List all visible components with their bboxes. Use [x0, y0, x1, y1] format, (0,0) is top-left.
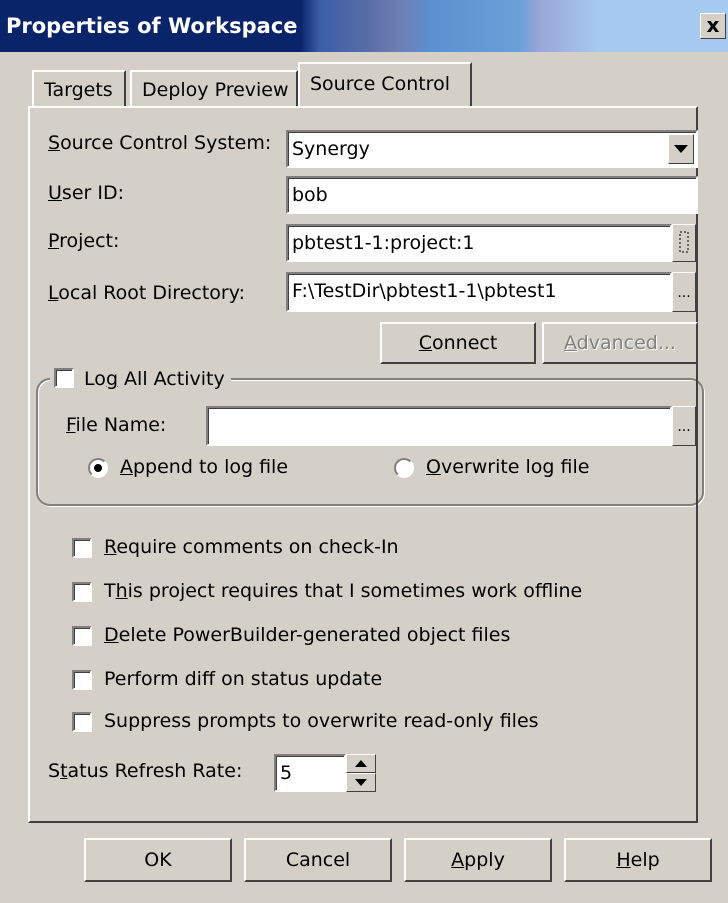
overwrite-label: Overwrite log file: [426, 456, 590, 478]
source-control-system-select[interactable]: Synergy: [286, 130, 698, 168]
log-all-activity-checkbox[interactable]: Log All Activity: [50, 364, 231, 394]
log-all-activity-label: Log All Activity: [84, 368, 225, 390]
window-title: Properties of Workspace: [6, 14, 298, 38]
perform-diff-label: Perform diff on status update: [104, 668, 383, 690]
title-bar: Properties of Workspace x: [0, 0, 728, 52]
chevron-down-icon: [674, 145, 688, 153]
user-id-value: bob: [292, 184, 328, 206]
tab-deploy-preview[interactable]: Deploy Preview: [130, 70, 298, 106]
project-field[interactable]: pbtest1-1:project:1: [286, 224, 672, 262]
tab-source-control[interactable]: Source Control: [298, 62, 472, 106]
local-root-directory-field[interactable]: F:\TestDir\pbtest1-1\pbtest1: [286, 272, 672, 312]
perform-diff-checkbox[interactable]: [72, 670, 92, 690]
project-value: pbtest1-1:project:1: [292, 232, 475, 254]
radio-dot: [94, 464, 102, 472]
ok-button[interactable]: OK: [84, 838, 232, 882]
ellipsis-icon: ...: [677, 419, 691, 435]
close-button[interactable]: x: [700, 13, 726, 39]
close-icon: x: [706, 13, 720, 37]
file-name-label: File Name:: [66, 414, 167, 436]
arrow-up-icon: [355, 760, 367, 767]
suppress-prompts-label: Suppress prompts to overwrite read-only …: [104, 710, 539, 732]
local-root-browse-button[interactable]: ...: [672, 272, 696, 312]
arrow-down-icon: [355, 779, 367, 786]
source-control-system-value: Synergy: [292, 138, 370, 160]
project-label: Project:: [48, 230, 120, 252]
source-control-system-label: Source Control System:: [48, 132, 272, 154]
overwrite-radio[interactable]: [394, 458, 414, 478]
work-offline-label: This project requires that I sometimes w…: [104, 580, 583, 602]
cancel-button[interactable]: Cancel: [244, 838, 392, 882]
log-all-activity-check[interactable]: [54, 367, 74, 388]
local-root-directory-label: Local Root Directory:: [48, 282, 245, 304]
user-id-label: User ID:: [48, 182, 124, 204]
project-browse-button[interactable]: [672, 224, 696, 262]
user-id-field[interactable]: bob: [286, 176, 698, 214]
append-label: Append to log file: [120, 456, 289, 478]
work-offline-checkbox[interactable]: [72, 582, 92, 602]
require-comments-label: Require comments on check-In: [104, 536, 399, 558]
suppress-prompts-checkbox[interactable]: [72, 712, 92, 732]
delete-generated-files-checkbox[interactable]: [72, 626, 92, 646]
status-refresh-rate-field[interactable]: 5: [274, 754, 346, 792]
tab-label: Source Control: [310, 73, 450, 95]
connect-button[interactable]: Connect: [380, 322, 536, 364]
require-comments-checkbox[interactable]: [72, 538, 92, 558]
local-root-directory-value: F:\TestDir\pbtest1-1\pbtest1: [292, 280, 557, 302]
dropdown-button[interactable]: [668, 134, 694, 164]
file-name-field[interactable]: [206, 406, 672, 446]
spin-down-button[interactable]: [346, 773, 376, 792]
delete-generated-files-label: Delete PowerBuilder-generated object fil…: [104, 624, 511, 646]
file-name-browse-button[interactable]: ...: [672, 406, 696, 446]
help-button[interactable]: Help: [564, 838, 712, 882]
browse-icon: [679, 231, 689, 253]
tab-label: Targets: [44, 79, 113, 101]
apply-button[interactable]: Apply: [404, 838, 552, 882]
status-refresh-rate-label: Status Refresh Rate:: [48, 760, 243, 782]
spin-up-button[interactable]: [346, 754, 376, 773]
advanced-button[interactable]: Advanced...: [542, 322, 698, 364]
ellipsis-icon: ...: [677, 285, 691, 301]
append-radio[interactable]: [88, 458, 108, 478]
status-refresh-rate-value: 5: [280, 762, 293, 784]
tab-targets[interactable]: Targets: [32, 70, 126, 106]
tab-label: Deploy Preview: [142, 79, 289, 101]
